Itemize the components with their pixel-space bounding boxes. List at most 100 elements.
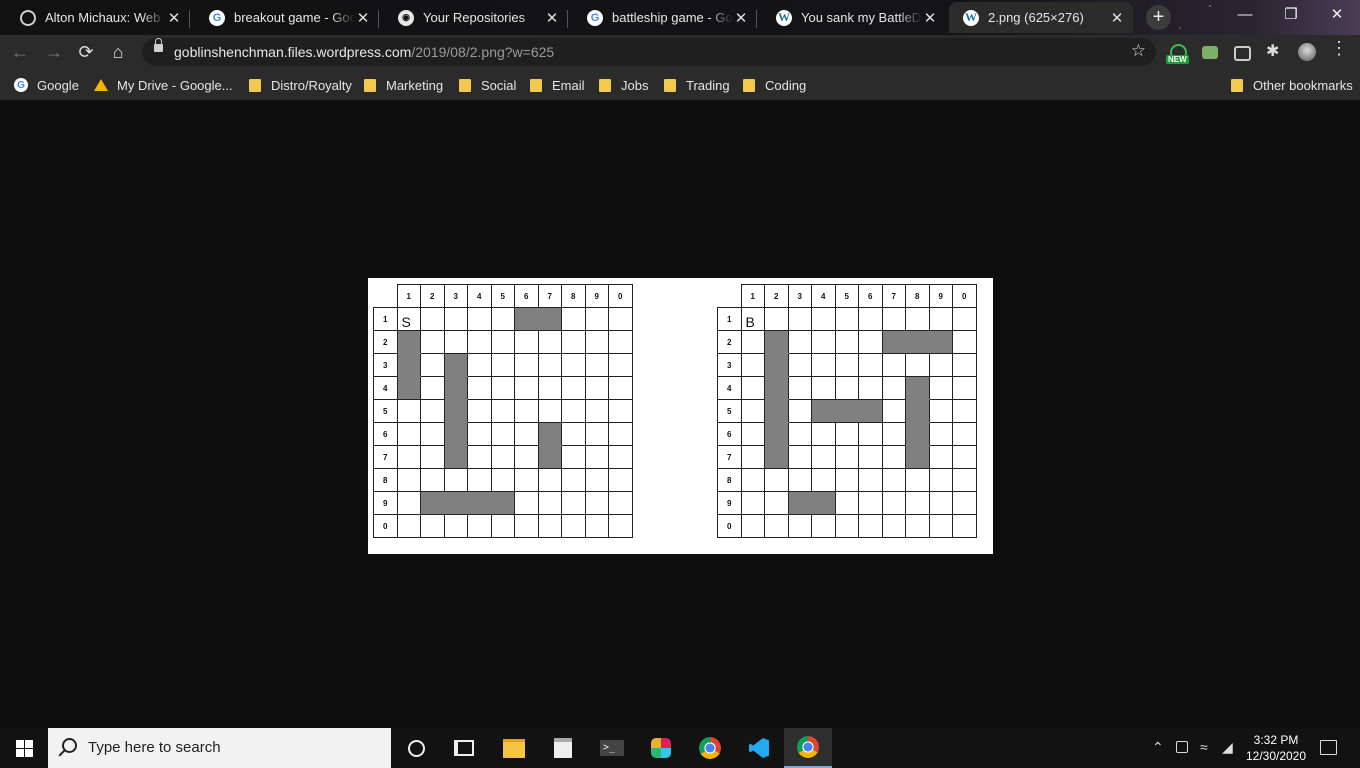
grid-cell [490,422,515,446]
new-tab-button[interactable]: + [1146,5,1171,30]
bookmark-folder-coding[interactable]: Coding [743,76,806,94]
bookmark-folder-trading[interactable]: Trading [664,76,730,94]
tab-close-icon[interactable]: ✕ [544,9,560,27]
ship-cell [443,353,468,377]
tab-1[interactable]: Alton Michaux: Web D ✕ [6,2,190,33]
vscode-icon[interactable] [735,728,783,768]
ship-cell [881,330,906,354]
task-view-icon[interactable] [440,728,488,768]
restore-button[interactable]: ❐ [1268,0,1314,30]
globe-icon [20,9,36,26]
chrome-icon[interactable] [686,728,734,768]
grid-cell [858,353,883,377]
url-text[interactable]: goblinshenchman.files.wordpress.com/2019… [174,44,554,60]
grid-cell [396,422,421,446]
taskbar-clock[interactable]: 3:32 PM 12/30/2020 [1236,732,1316,764]
profile-avatar[interactable] [1298,43,1316,61]
ship-cell [396,353,421,377]
start-button[interactable] [0,728,48,768]
grid-cell [443,307,468,331]
tab-3[interactable]: ◉ Your Repositories ✕ [384,2,568,33]
terminal-icon[interactable]: >_ [588,728,636,768]
volume-icon[interactable]: ◢ [1222,739,1233,756]
grid-cell [787,514,812,538]
tab-4[interactable]: Gbattleship game - Goo ✕ [573,2,757,33]
network-icon[interactable]: ≈ [1200,739,1208,755]
file-explorer-icon[interactable] [490,728,538,768]
grid-cell [787,422,812,446]
meet-now-icon[interactable] [1176,741,1188,753]
column-label: 9 [928,284,953,308]
other-bookmarks[interactable]: Other bookmarks [1231,76,1353,94]
grid-cell [537,399,562,423]
tab-close-icon[interactable]: ✕ [355,9,371,27]
slack-icon[interactable] [637,728,685,768]
bookmark-label: Marketing [386,77,444,93]
bookmark-folder-jobs[interactable]: Jobs [599,76,648,94]
ship-cell [764,353,789,377]
ship-cell [787,491,812,515]
chrome-profile-icon[interactable] [784,728,832,768]
taskbar-search[interactable]: Type here to search [48,728,391,768]
menu-kebab-icon[interactable]: ⋮ [1330,39,1348,57]
row-label: 9 [373,491,398,515]
home-button[interactable]: ⌂ [104,39,132,65]
grid-cell [514,468,539,492]
tab-close-icon[interactable]: ✕ [1109,9,1125,27]
column-label: 2 [420,284,445,308]
tab-close-icon[interactable]: ✕ [166,9,182,27]
puzzle-extensions-icon[interactable]: ✱ [1266,41,1284,60]
address-bar[interactable]: goblinshenchman.files.wordpress.com/2019… [142,38,1156,66]
search-placeholder: Type here to search [88,739,221,756]
tab-2[interactable]: Gbreakout game - Goog ✕ [195,2,379,33]
column-label: 1 [740,284,765,308]
battleship-image[interactable]: 12345678901S234567890 12345678901B234567… [368,278,993,554]
tab-close-icon[interactable]: ✕ [733,9,749,27]
reload-button[interactable]: ⟳ [72,39,100,65]
notifications-icon[interactable] [1320,740,1337,755]
bookmark-google[interactable]: G Google [14,76,79,94]
tray-chevron-icon[interactable]: ⌃ [1152,739,1164,756]
close-window-button[interactable]: ✕ [1314,0,1360,30]
grid-cell [952,468,977,492]
column-label: 9 [584,284,609,308]
back-button[interactable]: ← [6,39,34,65]
bookmark-folder-marketing[interactable]: Marketing [364,76,443,94]
grid-cell [537,376,562,400]
bookmark-folder-distro[interactable]: Distro/Royalty [249,76,352,94]
wordpress-icon: W [963,9,979,26]
tab-close-icon[interactable]: ✕ [922,9,938,27]
lock-icon[interactable] [154,38,163,52]
ship-cell [537,445,562,469]
forward-button[interactable]: → [40,39,68,65]
screenshot-extension-icon[interactable] [1234,46,1251,61]
folder-icon [249,78,261,92]
grid-cell [764,307,789,331]
bookmark-folder-email[interactable]: Email [530,76,585,94]
store-icon[interactable] [539,728,587,768]
row-label: 1 [717,307,742,331]
column-label: 5 [490,284,515,308]
grid-corner [374,285,398,308]
ship-cell [443,422,468,446]
mail-extension-icon[interactable] [1202,46,1218,59]
grid-cell [443,330,468,354]
grid-cell [787,353,812,377]
bookmark-label: Google [37,77,79,93]
grid-cell [467,307,492,331]
ship-cell [811,491,836,515]
tab-6[interactable]: W 2.png (625×276) ✕ [949,2,1133,33]
bookmark-folder-social[interactable]: Social [459,76,516,94]
grid-cell [834,491,859,515]
cortana-icon[interactable] [392,728,440,768]
bookmark-my-drive[interactable]: My Drive - Google... [94,76,233,94]
tab-5[interactable]: W You sank my BattleDu ✕ [762,2,946,33]
grid-cell [467,445,492,469]
bookmark-star-icon[interactable]: ☆ [1131,41,1146,61]
bookmark-label: Jobs [621,77,649,93]
grid-cell [608,399,633,423]
grid-cell [928,422,953,446]
minimize-button[interactable]: — [1222,0,1268,30]
grid-cell [420,468,445,492]
grid-cell [811,376,836,400]
